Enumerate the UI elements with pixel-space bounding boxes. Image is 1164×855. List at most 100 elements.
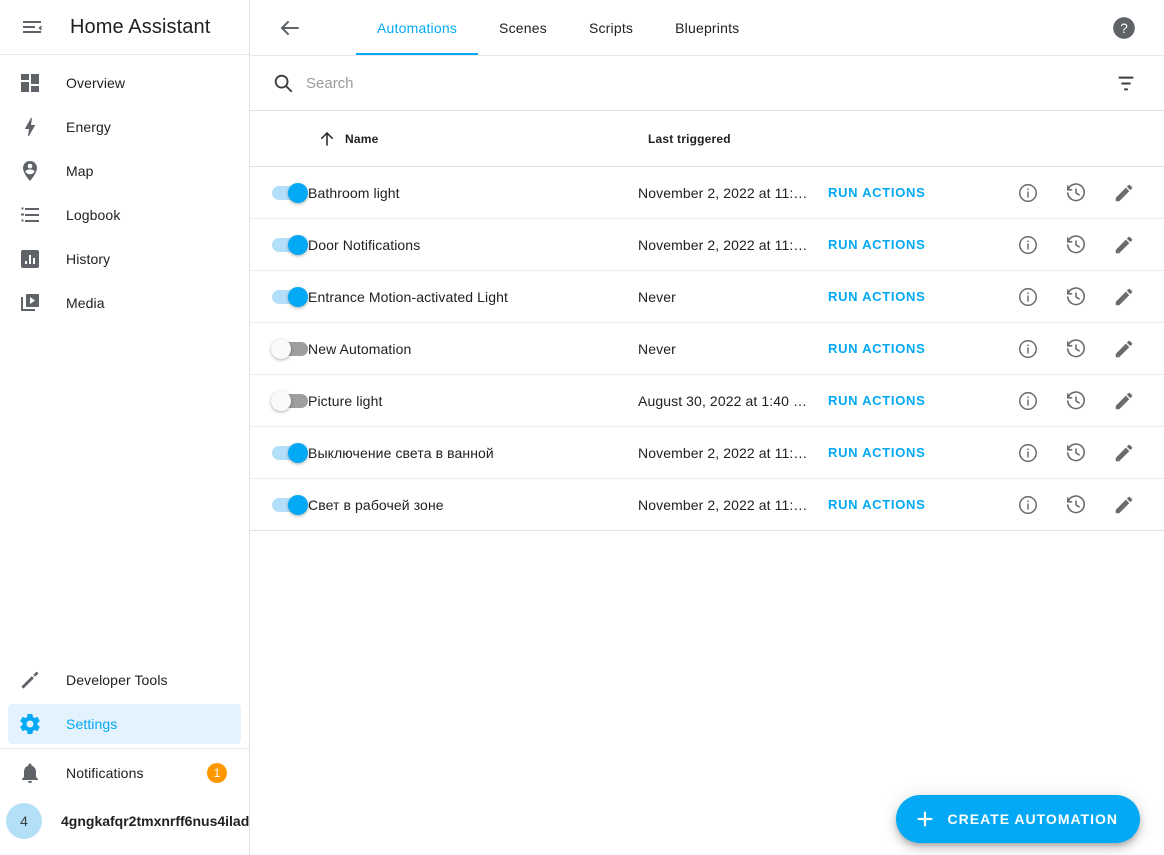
- run-actions-button[interactable]: RUN ACTIONS: [828, 393, 968, 408]
- column-header-last-triggered[interactable]: Last triggered: [648, 132, 838, 146]
- automation-last-triggered: August 30, 2022 at 1:40 …: [638, 392, 808, 409]
- toggle-knob: [288, 234, 308, 255]
- search-bar: [250, 55, 1164, 111]
- automation-toggle[interactable]: [272, 182, 308, 203]
- automation-toggle[interactable]: [272, 234, 308, 255]
- history-icon[interactable]: [1054, 379, 1098, 423]
- toggle-knob: [271, 338, 291, 359]
- history-icon[interactable]: [1054, 327, 1098, 371]
- sidebar-item-label: Overview: [66, 75, 126, 91]
- history-icon[interactable]: [1054, 171, 1098, 215]
- sidebar-divider: [0, 748, 249, 749]
- row-action-buttons: [968, 327, 1164, 371]
- automation-toggle[interactable]: [271, 390, 308, 411]
- sidebar-item-notifications[interactable]: Notifications 1: [8, 753, 241, 793]
- top-toolbar: Automations Scenes Scripts Blueprints ?: [250, 0, 1164, 55]
- sidebar-item-media[interactable]: Media: [8, 283, 241, 323]
- information-outline-icon[interactable]: [1006, 431, 1050, 475]
- pencil-icon[interactable]: [1102, 483, 1146, 527]
- toggle-knob: [288, 286, 308, 307]
- column-header-name[interactable]: Name: [318, 130, 648, 148]
- information-outline-icon[interactable]: [1006, 327, 1050, 371]
- sidebar-user-profile[interactable]: 4 4gngkafqr2tmxnrff6nus4iladi7: [0, 797, 249, 845]
- row-action-buttons: [968, 171, 1164, 215]
- pencil-icon[interactable]: [1102, 431, 1146, 475]
- tab-automations[interactable]: Automations: [356, 0, 479, 55]
- sidebar-item-overview[interactable]: Overview: [8, 63, 241, 103]
- back-button[interactable]: [268, 6, 312, 50]
- help-circle-icon[interactable]: ?: [1102, 6, 1146, 50]
- play-box-multiple-icon: [10, 291, 50, 315]
- run-actions-button[interactable]: RUN ACTIONS: [828, 445, 968, 460]
- automations-table: Name Last triggered Bathroom light Novemb…: [250, 111, 1164, 855]
- sidebar-item-history[interactable]: History: [8, 239, 241, 279]
- svg-text:?: ?: [1120, 20, 1128, 35]
- sidebar-item-label: Notifications: [66, 765, 144, 781]
- create-automation-button[interactable]: CREATE AUTOMATION: [895, 795, 1140, 843]
- sidebar-item-map[interactable]: Map: [8, 151, 241, 191]
- sidebar: Home Assistant Overview Energy Map Logbo…: [0, 0, 250, 855]
- pencil-icon[interactable]: [1102, 171, 1146, 215]
- automation-last-triggered: November 2, 2022 at 11:…: [638, 496, 808, 513]
- history-icon[interactable]: [1054, 275, 1098, 319]
- main-content: Automations Scenes Scripts Blueprints ?: [250, 0, 1164, 855]
- information-outline-icon[interactable]: [1006, 483, 1050, 527]
- automation-toggle[interactable]: [272, 494, 308, 515]
- tab-scripts[interactable]: Scripts: [568, 0, 654, 55]
- run-actions-button[interactable]: RUN ACTIONS: [828, 289, 968, 304]
- information-outline-icon[interactable]: [1006, 275, 1050, 319]
- table-row: Свет в рабочей зоне November 2, 2022 at 1…: [250, 479, 1164, 531]
- bell-icon: [10, 761, 50, 785]
- table-row: Entrance Motion-activated Light Never RUN …: [250, 271, 1164, 323]
- information-outline-icon[interactable]: [1006, 223, 1050, 267]
- automation-toggle[interactable]: [272, 286, 308, 307]
- automation-toggle[interactable]: [271, 338, 308, 359]
- run-actions-button[interactable]: RUN ACTIONS: [828, 237, 968, 252]
- sidebar-bottom-nav: Developer Tools Settings Notifications 1…: [0, 656, 249, 855]
- sidebar-item-logbook[interactable]: Logbook: [8, 195, 241, 235]
- history-icon[interactable]: [1054, 431, 1098, 475]
- tab-scenes[interactable]: Scenes: [478, 0, 568, 55]
- toggle-knob: [271, 390, 291, 411]
- pencil-icon[interactable]: [1102, 275, 1146, 319]
- automation-name: Picture light: [308, 392, 383, 409]
- create-automation-label: CREATE AUTOMATION: [947, 811, 1118, 827]
- automation-last-triggered: November 2, 2022 at 11:…: [638, 444, 808, 461]
- row-action-buttons: [968, 483, 1164, 527]
- magnify-icon: [264, 72, 302, 94]
- run-actions-button[interactable]: RUN ACTIONS: [828, 341, 968, 356]
- cog-icon: [10, 712, 50, 736]
- automation-last-triggered: November 2, 2022 at 11:…: [638, 236, 808, 253]
- information-outline-icon[interactable]: [1006, 171, 1050, 215]
- information-outline-icon[interactable]: [1006, 379, 1050, 423]
- automation-name: Entrance Motion-activated Light: [308, 288, 508, 305]
- automation-last-triggered: November 2, 2022 at 11:…: [638, 184, 808, 201]
- table-body: Bathroom light November 2, 2022 at 11:… RU…: [250, 167, 1164, 531]
- pencil-icon[interactable]: [1102, 223, 1146, 267]
- run-actions-button[interactable]: RUN ACTIONS: [828, 185, 968, 200]
- search-input[interactable]: [302, 74, 1104, 92]
- sidebar-title: Home Assistant: [70, 15, 211, 38]
- sidebar-item-developer-tools[interactable]: Developer Tools: [8, 660, 241, 700]
- sidebar-header: Home Assistant: [0, 0, 249, 55]
- run-actions-button[interactable]: RUN ACTIONS: [828, 497, 968, 512]
- filter-variant-icon[interactable]: [1104, 61, 1148, 105]
- sidebar-nav: Overview Energy Map Logbook History Medi…: [0, 55, 249, 327]
- tab-blueprints[interactable]: Blueprints: [654, 0, 760, 55]
- pencil-icon[interactable]: [1102, 379, 1146, 423]
- sidebar-item-label: History: [66, 251, 111, 267]
- format-list-bulleted-icon: [10, 203, 50, 227]
- automation-name: Door Notifications: [308, 236, 421, 253]
- pencil-icon[interactable]: [1102, 327, 1146, 371]
- history-icon[interactable]: [1054, 483, 1098, 527]
- sidebar-item-label: Media: [66, 295, 105, 311]
- map-marker-account-icon: [10, 159, 50, 183]
- sidebar-item-energy[interactable]: Energy: [8, 107, 241, 147]
- history-icon[interactable]: [1054, 223, 1098, 267]
- menu-open-icon[interactable]: [12, 7, 52, 47]
- automation-toggle[interactable]: [272, 442, 308, 463]
- sidebar-item-settings[interactable]: Settings: [8, 704, 241, 744]
- table-row: Bathroom light November 2, 2022 at 11:… RU…: [250, 167, 1164, 219]
- row-action-buttons: [968, 275, 1164, 319]
